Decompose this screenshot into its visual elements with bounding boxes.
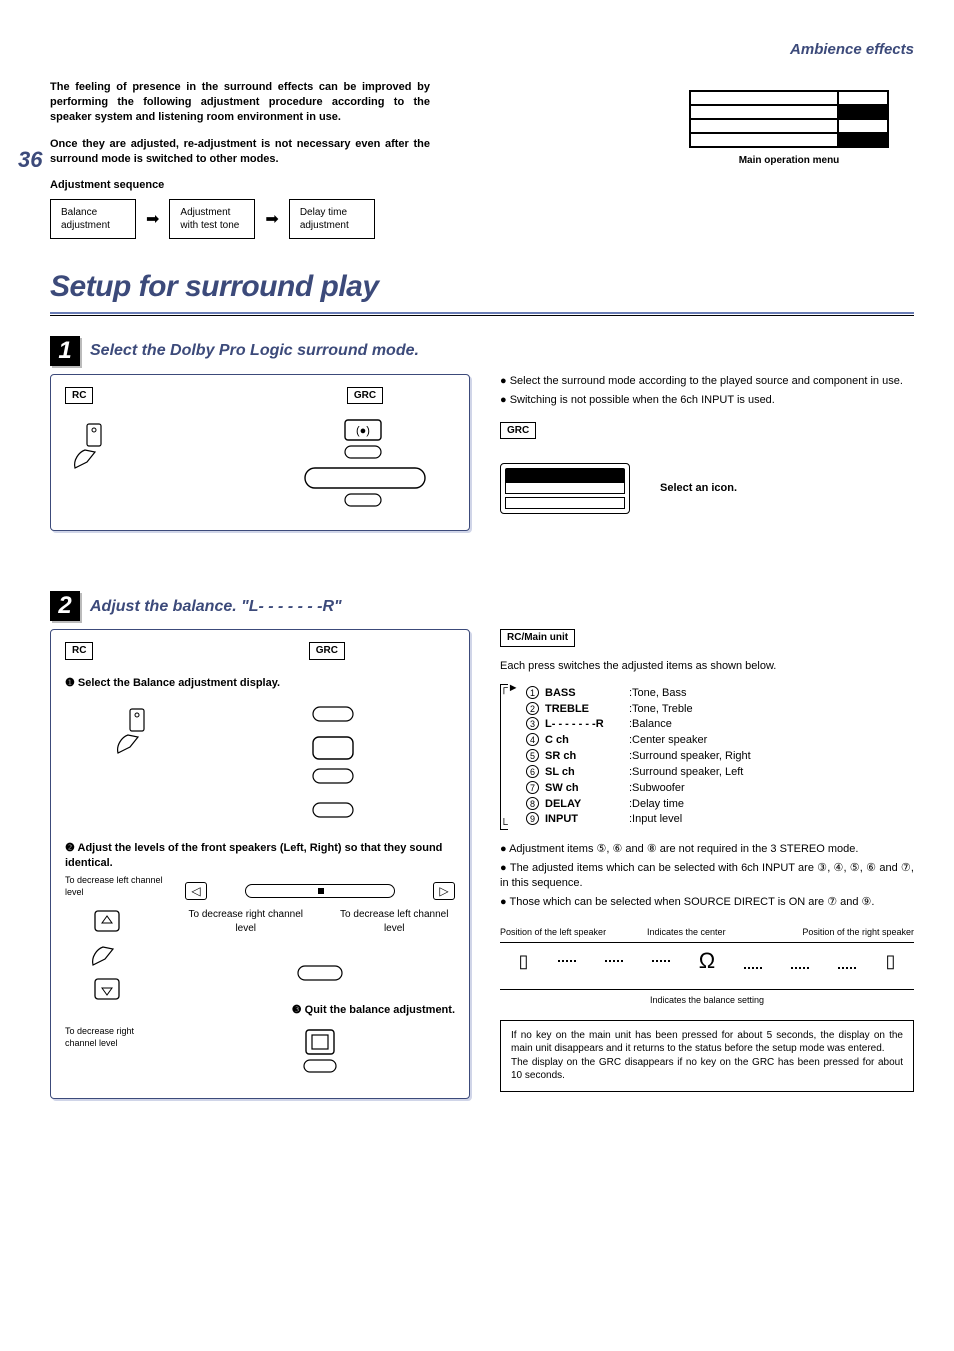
balance-position-diagram: Position of the left speaker Indicates t… (500, 926, 914, 1006)
adjustment-item: 4C ch:Center speaker (526, 733, 751, 748)
adjustment-sequence: Balance adjustment ➡ Adjustment with tes… (50, 199, 470, 239)
grc-tag: GRC (500, 422, 536, 440)
intro-paragraph-2: Once they are adjusted, re-adjustment is… (50, 137, 430, 167)
adjustment-item: 8DELAY:Delay time (526, 797, 751, 812)
dec-left-caption: To decrease left channel level (65, 874, 165, 898)
left-speaker-icon: ▯ (519, 949, 529, 973)
step-1-number: 1 (50, 336, 80, 366)
balance-setting-label: Indicates the balance setting (500, 994, 914, 1006)
grc-tag: GRC (347, 387, 383, 405)
right-speaker-icon: ▯ (886, 949, 896, 973)
prev-icon: ◁ (185, 882, 207, 900)
remote-updown-icon (65, 907, 165, 1017)
remote-hand-icon (108, 703, 168, 823)
balance-slider-icon (245, 884, 395, 898)
section-title: Ambience effects (790, 41, 914, 58)
adjustment-item: 1BASS:Tone, Bass (526, 686, 751, 701)
grc-tag: GRC (309, 642, 345, 660)
adjustment-items-table: 1BASS:Tone, Bass2TREBLE:Tone, Treble3L- … (526, 686, 751, 829)
seq-box-balance: Balance adjustment (50, 199, 136, 239)
adjustment-sequence-label: Adjustment sequence (50, 178, 470, 193)
adjustment-item: 2TREBLE:Tone, Treble (526, 702, 751, 717)
page-number: 36 (18, 145, 42, 175)
adjustment-item: 7SW ch:Subwoofer (526, 781, 751, 796)
grc-menu-icon (500, 463, 630, 514)
grc-surround-icon: (●) (275, 418, 455, 508)
step-1-panel: RC GRC (●) (50, 374, 470, 532)
svg-text:(●): (●) (356, 425, 370, 437)
center-omega-icon: Ω (699, 946, 715, 976)
rc-tag: RC (65, 387, 93, 405)
step-2-title: Adjust the balance. "L- - - - - - -R" (90, 596, 342, 618)
arrow-icon: ➡ (146, 209, 159, 231)
remote-hand-icon (65, 418, 125, 478)
step-1-title: Select the Dolby Pro Logic surround mode… (90, 340, 419, 362)
step-1-notes: Select the surround mode according to th… (500, 374, 914, 408)
seq-box-testtone: Adjustment with test tone (169, 199, 255, 239)
section-header: Ambience effects (50, 40, 914, 60)
adjustment-item: 6SL ch:Surround speaker, Left (526, 765, 751, 780)
rc-tag: RC (65, 642, 93, 660)
next-icon: ▷ (433, 882, 455, 900)
select-icon-label: Select an icon. (660, 481, 737, 496)
dec-right-caption: To decrease right channel level (65, 1025, 165, 1049)
quit-button-icon (185, 1026, 455, 1076)
rc-main-tag: RC/Main unit (500, 629, 575, 647)
title-rule (50, 312, 914, 314)
step-2-notes: Adjustment items ⑤, ⑥ and ⑧ are not requ… (500, 842, 914, 909)
each-press-text: Each press switches the adjusted items a… (500, 659, 914, 674)
substep-1: ❶ Select the Balance adjustment display. (65, 676, 455, 691)
dec-left-label: To decrease left channel level (334, 908, 456, 935)
grc-button-icon (185, 963, 455, 983)
page-title: Setup for surround play (50, 267, 914, 308)
step-2-panel: RC GRC ❶ Select the Balance adjustment d… (50, 629, 470, 1099)
seq-box-delay: Delay time adjustment (289, 199, 375, 239)
substep-3: ❸ Quit the balance adjustment. (185, 1003, 455, 1018)
timeout-note-box: If no key on the main unit has been pres… (500, 1020, 914, 1092)
adjustment-item: 5SR ch:Surround speaker, Right (526, 749, 751, 764)
substep-2: ❷ Adjust the levels of the front speaker… (65, 841, 455, 871)
main-menu-caption: Main operation menu (664, 154, 914, 168)
dec-right-label: To decrease right channel level (185, 908, 307, 935)
main-menu-diagram: Main operation menu (664, 90, 914, 168)
grc-buttons-icon (253, 703, 413, 823)
intro-paragraph-1: The feeling of presence in the surround … (50, 80, 430, 125)
arrow-icon: ➡ (265, 209, 278, 231)
adjustment-item: 3L- - - - - - -R:Balance (526, 717, 751, 732)
adjustment-item: 9INPUT:Input level (526, 812, 751, 827)
step-2-number: 2 (50, 591, 80, 621)
